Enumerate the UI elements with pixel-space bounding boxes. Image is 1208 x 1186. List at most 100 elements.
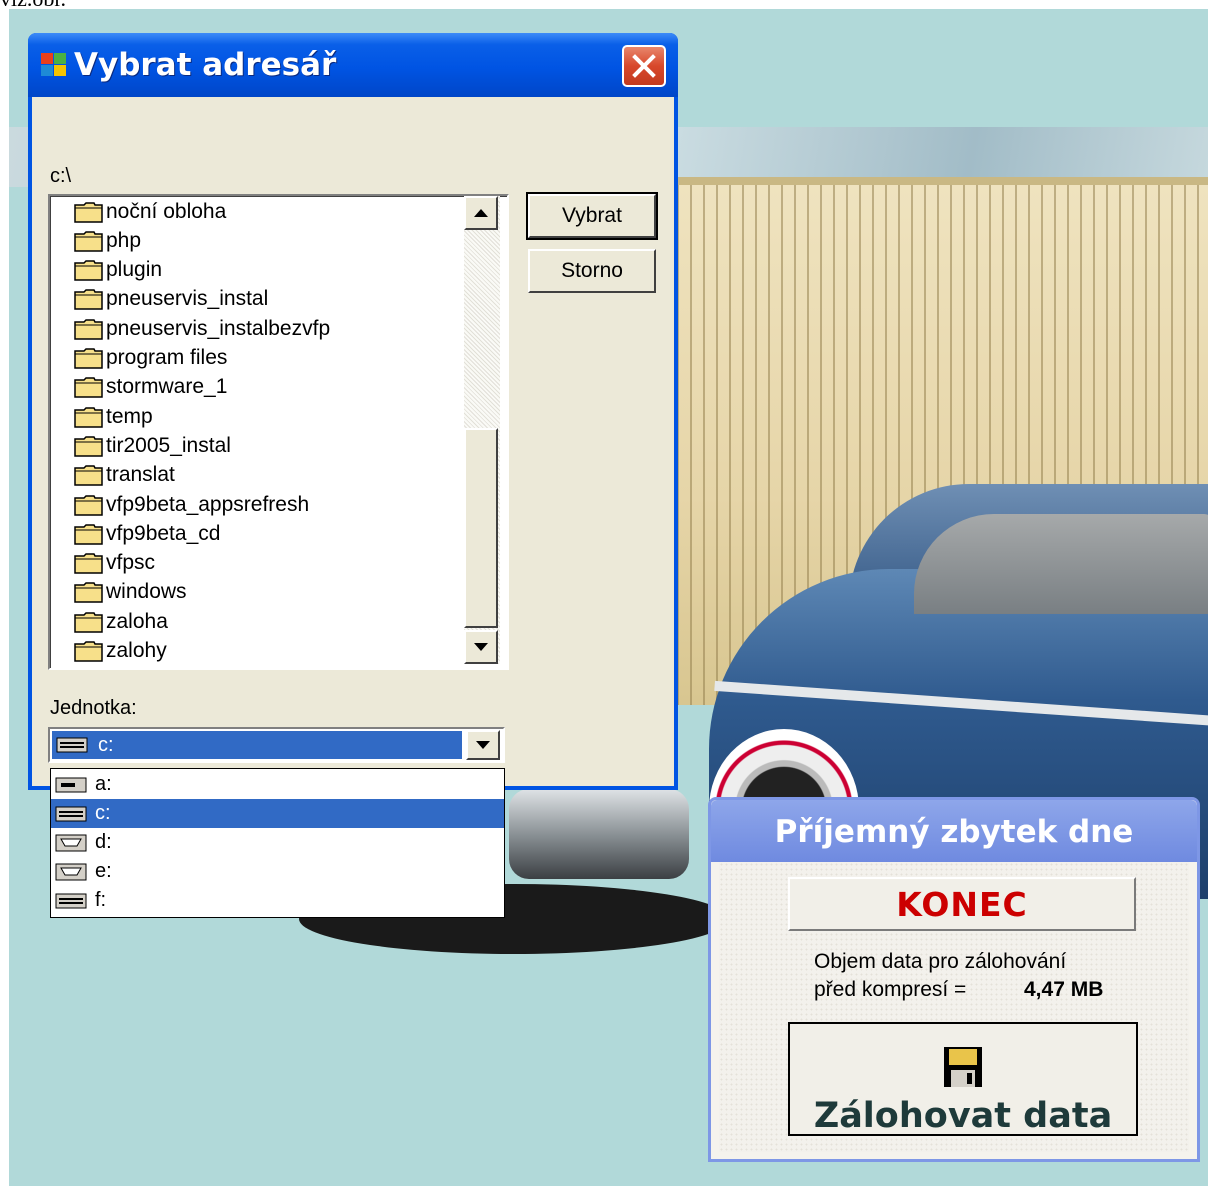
folder-icon — [74, 289, 103, 311]
folder-icon — [74, 318, 103, 340]
exit-button-label: KONEC — [896, 884, 1028, 924]
folder-name: pneuservis_instalbezvfp — [106, 316, 331, 340]
folder-item[interactable]: vfpsc — [74, 549, 155, 578]
folder-item[interactable]: vfp9beta_cd — [74, 519, 220, 548]
windows-logo-icon — [41, 53, 66, 76]
drive-dropdown-list[interactable]: a: c: d: e: f: — [50, 768, 505, 918]
folder-item[interactable]: stormware_1 — [74, 373, 227, 402]
drive-option-label: e: — [95, 860, 112, 882]
folder-item[interactable]: noční obloha — [74, 197, 226, 226]
current-path: c:\ — [50, 165, 72, 187]
cd-drive-icon — [55, 863, 87, 880]
folder-name: zalohy — [106, 639, 167, 662]
folder-item[interactable]: vfp9beta_appsrefresh — [74, 490, 309, 519]
drive-label: Jednotka: — [50, 697, 137, 719]
drive-option[interactable]: f: — [51, 886, 504, 915]
scroll-down-button[interactable] — [464, 630, 498, 664]
folder-item[interactable]: php — [74, 226, 141, 255]
folder-item[interactable]: plugin — [74, 256, 162, 285]
vertical-scrollbar[interactable] — [464, 196, 500, 664]
dialog-client: c:\ noční obloha php plugin pneuservis_inst… — [32, 97, 674, 786]
drive-option[interactable]: c: — [51, 799, 504, 828]
drive-option-label: d: — [95, 831, 112, 853]
folder-icon — [74, 377, 103, 399]
folder-name: zaloha — [106, 609, 168, 633]
folder-icon — [74, 524, 103, 545]
folder-name: stormware_1 — [106, 375, 228, 399]
panel-title: Příjemný zbytek dne — [774, 814, 1134, 850]
folder-name: translat — [106, 463, 175, 487]
floppy-disk-icon — [944, 1047, 982, 1087]
backup-data-button-label: Zálohovat data — [813, 1096, 1113, 1136]
hard-drive-icon — [56, 737, 88, 753]
folder-icon — [74, 436, 103, 457]
folder-icon — [74, 611, 103, 633]
scroll-up-button[interactable] — [464, 196, 498, 230]
folder-name: noční obloha — [106, 199, 227, 223]
cancel-button[interactable]: Storno — [528, 249, 656, 293]
dialog-titlebar[interactable]: Vybrat adresář — [28, 33, 678, 97]
drive-option-label: a: — [95, 773, 112, 795]
backup-data-button[interactable]: Zálohovat data — [788, 1022, 1138, 1136]
drive-selected-text: c: — [98, 733, 114, 756]
folder-name: plugin — [106, 258, 163, 282]
drive-option-label: f: — [95, 889, 107, 911]
select-button[interactable]: Vybrat — [526, 192, 658, 240]
exit-button[interactable]: KONEC — [788, 877, 1136, 931]
hard-drive-icon — [55, 893, 87, 908]
folder-icon — [74, 201, 103, 223]
folder-item[interactable]: program files — [74, 344, 227, 373]
folder-name: temp — [106, 404, 153, 428]
panel-body: KONEC Objem data pro zálohování před kom… — [719, 862, 1189, 1152]
dialog-title: Vybrat adresář — [74, 47, 337, 83]
folder-icon — [74, 465, 103, 486]
folder-icon — [74, 231, 103, 252]
folder-icon — [74, 348, 103, 369]
drive-option[interactable]: a: — [51, 770, 504, 799]
folder-item[interactable]: pneuservis_instal — [74, 285, 268, 314]
folder-name: pneuservis_instal — [106, 287, 269, 311]
drive-option[interactable]: d: — [51, 828, 504, 857]
folder-name: vfpsc — [106, 551, 156, 575]
folder-item[interactable]: pneuservis_instalbezvfp — [74, 314, 330, 343]
drive-option-label: c: — [95, 802, 111, 824]
folder-list[interactable]: noční obloha php plugin pneuservis_instalpn… — [48, 194, 509, 670]
before-compression-label: před kompresí = — [814, 978, 967, 1001]
drive-option[interactable]: e: — [51, 857, 504, 886]
backup-panel: Příjemný zbytek dne KONEC Objem data pro… — [708, 797, 1200, 1162]
folder-icon — [74, 406, 103, 428]
folder-icon — [74, 641, 103, 662]
folder-icon — [74, 260, 103, 281]
folder-name: vfp9beta_cd — [106, 521, 221, 545]
floppy-drive-icon — [55, 777, 87, 792]
folder-name: program files — [106, 346, 228, 369]
panel-header: Příjemný zbytek dne — [711, 800, 1197, 862]
drive-combobox[interactable]: c: — [48, 727, 505, 763]
folder-item[interactable]: translat — [74, 461, 175, 490]
arrow-down-icon — [474, 643, 488, 651]
chevron-down-icon — [476, 741, 490, 749]
folder-name: vfp9beta_appsrefresh — [106, 492, 310, 516]
folder-name: php — [106, 228, 142, 252]
car-window — [914, 514, 1208, 614]
car-front-chrome — [509, 789, 689, 879]
select-directory-dialog: Vybrat adresář c:\ noční obloha php plugin… — [28, 33, 678, 790]
data-volume-label: Objem data pro zálohování — [814, 950, 1067, 973]
folder-item[interactable]: temp — [74, 402, 153, 431]
folder-icon — [74, 553, 103, 574]
folder-icon — [74, 494, 103, 516]
folder-item[interactable]: tir2005_instal — [74, 431, 231, 460]
drive-combobox-value[interactable]: c: — [52, 731, 462, 759]
close-icon — [632, 54, 656, 78]
folder-item[interactable]: zalohy — [74, 637, 167, 666]
cd-drive-icon — [55, 834, 87, 851]
data-volume-value: 4,47 MB — [1024, 978, 1104, 1001]
hard-drive-icon — [55, 806, 87, 821]
scroll-thumb[interactable] — [464, 428, 498, 628]
folder-name: windows — [106, 580, 187, 604]
close-button[interactable] — [622, 45, 666, 87]
folder-item[interactable]: zaloha — [74, 607, 168, 636]
drive-combobox-arrow[interactable] — [466, 730, 500, 760]
folder-item[interactable]: windows — [74, 578, 187, 607]
folder-name: tir2005_instal — [106, 433, 231, 457]
